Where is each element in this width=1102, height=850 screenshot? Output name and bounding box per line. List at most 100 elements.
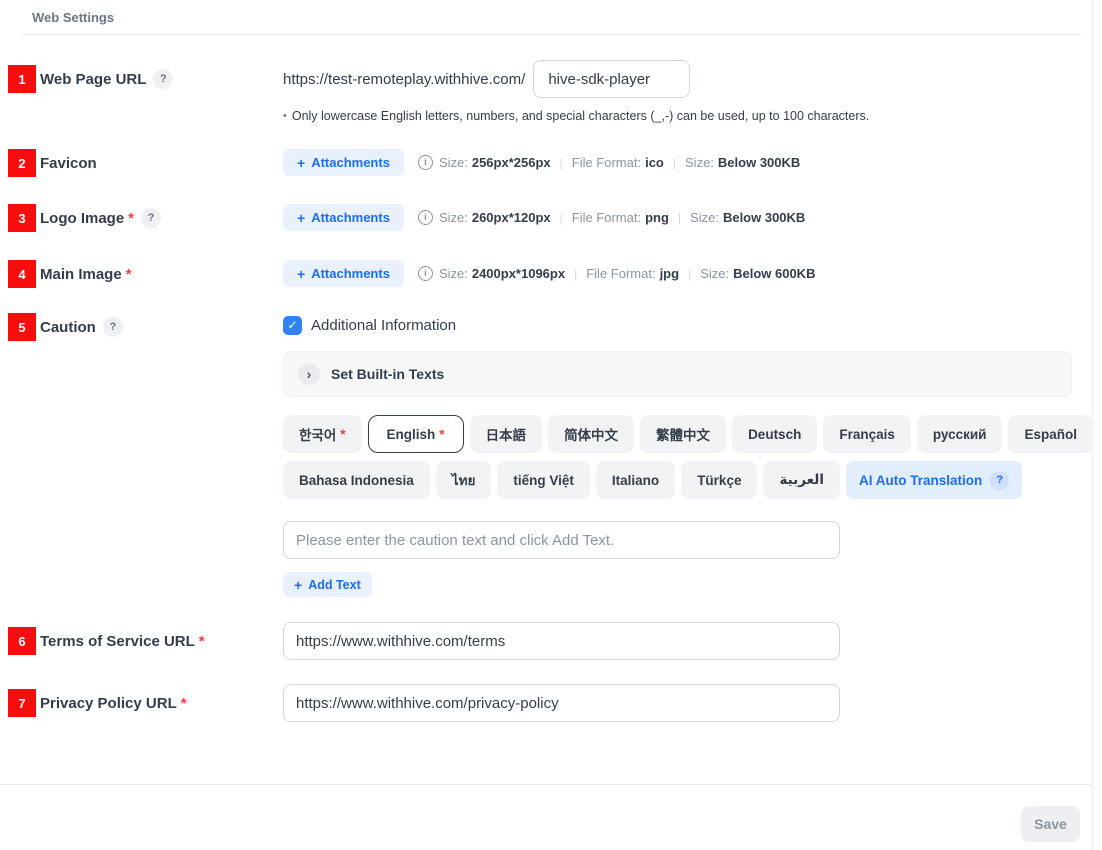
lang-tab-traditional-chinese[interactable]: 繁體中文: [640, 415, 726, 453]
help-icon[interactable]: ?: [153, 69, 173, 89]
footer: Save: [0, 785, 1092, 842]
filesize-value: Below 300KB: [718, 155, 800, 170]
card-header: Web Settings: [0, 0, 1092, 26]
size-value: 260px*120px: [472, 210, 551, 225]
lang-tab-arabic[interactable]: العربية: [763, 461, 839, 499]
additional-info-label: Additional Information: [311, 317, 456, 334]
lang-tab-german[interactable]: Deutsch: [732, 415, 817, 453]
info-icon: i: [418, 210, 433, 225]
language-tabs-row-2: Bahasa Indonesia ไทย tiếng Việt Italiano…: [283, 461, 1092, 499]
lang-label: 日本語: [486, 424, 527, 444]
field-number-badge: 7: [8, 689, 36, 717]
bullet-icon: •: [283, 110, 287, 122]
field-number-badge: 5: [8, 313, 36, 341]
size-value: 2400px*1096px: [472, 266, 565, 281]
web-page-url-label-col: 1 Web Page URL ?: [0, 60, 283, 98]
separator: |: [560, 156, 563, 170]
info-icon: i: [418, 155, 433, 170]
size-label: Size:: [439, 155, 468, 170]
caution-label-col: 5 Caution ?: [0, 313, 283, 341]
logo-file-info: i Size: 260px*120px | File Format: png |…: [418, 210, 805, 225]
main-image-label: Main Image: [40, 266, 122, 283]
lang-tab-thai[interactable]: ไทย: [436, 461, 492, 499]
lang-tab-russian[interactable]: русский: [917, 415, 1003, 453]
save-button[interactable]: Save: [1021, 806, 1080, 842]
chevron-right-icon[interactable]: ›: [298, 363, 320, 385]
format-label: File Format:: [572, 210, 641, 225]
lang-tab-korean[interactable]: 한국어 *: [283, 415, 362, 453]
row-favicon: 2 Favicon + Attachments i Size: 256px*25…: [0, 149, 1092, 177]
plus-icon: +: [297, 266, 305, 282]
help-icon[interactable]: ?: [141, 208, 161, 228]
lang-tab-english[interactable]: English *: [368, 415, 464, 453]
web-page-url-label: Web Page URL: [40, 71, 146, 88]
lang-label: 한국어: [299, 424, 336, 444]
privacy-url-label-col: 7 Privacy Policy URL *: [0, 684, 283, 722]
lang-tab-french[interactable]: Français: [823, 415, 911, 453]
format-label: File Format:: [586, 266, 655, 281]
chevron-glyph: ›: [307, 366, 312, 382]
lang-tab-vietnamese[interactable]: tiếng Việt: [497, 461, 590, 499]
logo-image-label-col: 3 Logo Image * ?: [0, 204, 283, 232]
set-builtin-texts-panel[interactable]: › Set Built-in Texts: [283, 351, 1072, 397]
help-icon[interactable]: ?: [990, 471, 1009, 490]
lang-label: Türkçe: [697, 473, 741, 488]
plus-icon: +: [297, 210, 305, 226]
privacy-url-input[interactable]: [283, 684, 840, 722]
page-title: Web Settings: [32, 10, 114, 25]
caution-content: ✓ Additional Information › Set Built-in …: [283, 313, 1092, 597]
required-marker: *: [439, 427, 444, 442]
additional-info-checkbox[interactable]: ✓: [283, 316, 302, 335]
terms-url-input[interactable]: [283, 622, 840, 660]
info-icon: i: [418, 266, 433, 281]
format-value: jpg: [660, 266, 680, 281]
lang-label: русский: [933, 427, 987, 442]
main-image-attachments-button[interactable]: + Attachments: [283, 260, 404, 287]
format-value: ico: [645, 155, 664, 170]
ai-auto-translation-button[interactable]: AI Auto Translation ?: [846, 461, 1022, 499]
lang-tab-spanish[interactable]: Español: [1008, 415, 1093, 453]
logo-attachments-button[interactable]: + Attachments: [283, 204, 404, 231]
lang-tab-simplified-chinese[interactable]: 简体中文: [548, 415, 634, 453]
filesize-label: Size:: [690, 210, 719, 225]
format-value: png: [645, 210, 669, 225]
separator: |: [678, 211, 681, 225]
lang-label: Bahasa Indonesia: [299, 473, 414, 488]
lang-tab-turkish[interactable]: Türkçe: [681, 461, 757, 499]
attachments-button-label: Attachments: [311, 210, 390, 225]
caution-input-wrap: [283, 521, 1092, 559]
row-caution: 5 Caution ? ✓ Additional Information › S…: [0, 313, 1092, 597]
lang-label: tiếng Việt: [513, 473, 574, 488]
field-number-badge: 1: [8, 65, 36, 93]
format-label: File Format:: [572, 155, 641, 170]
url-line: https://test-remoteplay.withhive.com/: [283, 60, 1092, 98]
favicon-content: + Attachments i Size: 256px*256px | File…: [283, 149, 1092, 176]
lang-label: 繁體中文: [656, 424, 710, 444]
row-main-image: 4 Main Image * + Attachments i Size: 240…: [0, 260, 1092, 288]
favicon-label: Favicon: [40, 155, 97, 172]
logo-image-label: Logo Image: [40, 210, 124, 227]
main-image-content: + Attachments i Size: 2400px*1096px | Fi…: [283, 260, 1092, 287]
attachments-button-label: Attachments: [311, 266, 390, 281]
required-marker: *: [340, 427, 345, 442]
lang-label: 简体中文: [564, 424, 618, 444]
url-slug-input[interactable]: [533, 60, 690, 98]
lang-tab-italian[interactable]: Italiano: [596, 461, 675, 499]
field-number-badge: 3: [8, 204, 36, 232]
additional-info-row: ✓ Additional Information: [283, 313, 1092, 337]
filesize-value: Below 600KB: [733, 266, 815, 281]
check-icon: ✓: [287, 318, 297, 332]
add-text-button[interactable]: + Add Text: [283, 572, 372, 597]
row-logo-image: 3 Logo Image * ? + Attachments i Size: 2…: [0, 204, 1092, 232]
terms-url-label-col: 6 Terms of Service URL *: [0, 622, 283, 660]
attachments-button-label: Attachments: [311, 155, 390, 170]
help-icon[interactable]: ?: [103, 317, 123, 337]
lang-tab-japanese[interactable]: 日本語: [470, 415, 543, 453]
favicon-attachments-button[interactable]: + Attachments: [283, 149, 404, 176]
lang-tab-indonesian[interactable]: Bahasa Indonesia: [283, 461, 430, 499]
web-page-url-content: https://test-remoteplay.withhive.com/ • …: [283, 60, 1092, 123]
lang-label: Français: [839, 427, 895, 442]
caution-text-input[interactable]: [283, 521, 840, 559]
plus-icon: +: [294, 577, 302, 593]
caution-label: Caution: [40, 319, 96, 336]
